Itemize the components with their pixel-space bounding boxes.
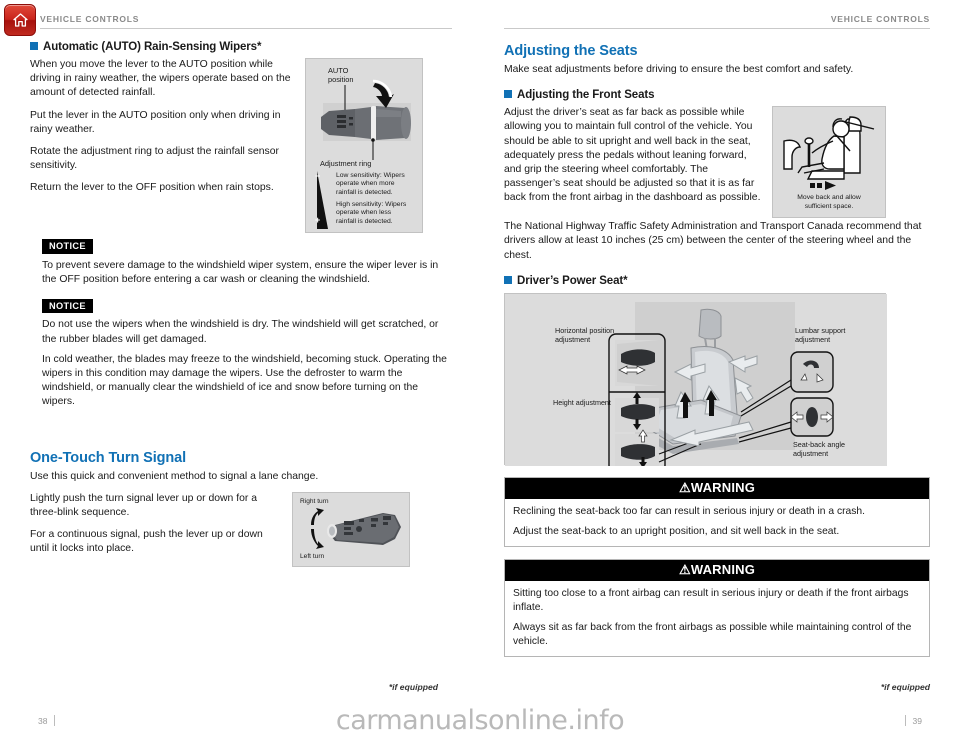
warning-box: ⚠WARNING Sitting too close to a front ai…	[504, 558, 930, 657]
page-number-right: 39	[912, 715, 922, 726]
page-spread: VEHICLE CONTROLS Automatic (AUTO) Rain-S…	[0, 0, 960, 738]
notice-paragraph: Do not use the wipers when the windshiel…	[42, 319, 439, 345]
warning-paragraph: Adjust the seat-back to an upright posit…	[513, 525, 840, 537]
if-equipped-note-right: *if equipped	[880, 682, 930, 692]
heading-rain-sensing-wipers: Automatic (AUTO) Rain-Sensing Wipers*	[30, 41, 452, 53]
seating-posture-illustration	[783, 116, 875, 191]
figure-caption-move-back: Move back and allow sufficient space.	[797, 194, 861, 210]
folio-left: 38	[38, 715, 56, 726]
turn-signal-paragraph: Lightly push the turn signal lever up or…	[30, 492, 257, 519]
page-number-left: 38	[38, 715, 48, 726]
wipers-paragraph: When you move the lever to the AUTO posi…	[30, 59, 291, 99]
wipers-paragraph: Return the lever to the OFF position whe…	[30, 182, 274, 194]
home-icon	[12, 12, 29, 28]
running-header-right: VEHICLE CONTROLS	[504, 0, 930, 29]
warning-paragraph: Sitting too close to a front airbag can …	[513, 587, 909, 613]
turn-signal-paragraph: For a continuous signal, push the lever …	[30, 529, 263, 555]
figure-power-seat: Horizontal position adjustment Height ad…	[504, 292, 887, 466]
front-seats-text-column: Adjust the driver’s seat as far back as …	[504, 106, 762, 218]
wipers-text-column: When you move the lever to the AUTO posi…	[30, 58, 295, 233]
warning-triangle-icon: ⚠	[678, 479, 691, 495]
turn-signal-illustration	[311, 507, 401, 549]
caption-low-sensitivity: Low sensitivity: Wipers operate when mor…	[336, 172, 405, 196]
turn-signal-text-column: Lightly push the turn signal lever up or…	[30, 492, 280, 567]
folio-rule	[54, 715, 56, 726]
square-bullet-icon	[504, 90, 512, 99]
heading-adjusting-front-seats: Adjusting the Front Seats	[504, 89, 930, 101]
heading-adjusting-the-seats: Adjusting the Seats	[504, 43, 638, 59]
label-horizontal-position-adjustment: Horizontal position adjustment	[555, 325, 615, 344]
notice-block: NOTICE Do not use the wipers when the wi…	[42, 293, 452, 410]
label-seat-back-angle-adjustment: Seat-back angle adjustment	[793, 439, 845, 458]
figure-label-adjustment-ring: Adjustment ring	[320, 159, 372, 168]
warning-paragraph: Always sit as far back from the front ai…	[513, 621, 912, 647]
turn-signal-intro: Use this quick and convenient method to …	[30, 470, 319, 482]
notice-paragraph: In cold weather, the blades may freeze t…	[42, 353, 447, 408]
notice-tag: NOTICE	[42, 239, 93, 254]
plus-sign: +	[315, 215, 321, 225]
label-lumbar-support-adjustment: Lumbar support adjustment	[795, 325, 846, 344]
heading-drivers-power-seat: Driver’s Power Seat*	[504, 275, 930, 287]
square-bullet-icon	[30, 42, 38, 50]
folio-rule	[904, 715, 906, 726]
notice-paragraph: To prevent severe damage to the windshie…	[42, 259, 439, 285]
left-page: VEHICLE CONTROLS Automatic (AUTO) Rain-S…	[0, 0, 480, 738]
home-button[interactable]	[4, 4, 36, 36]
warning-box: ⚠WARNING Reclining the seat-back too far…	[504, 476, 930, 547]
wipers-content-row: When you move the lever to the AUTO posi…	[30, 58, 452, 233]
warning-body: Sitting too close to a front airbag can …	[505, 581, 929, 656]
front-seats-paragraph: Adjust the driver’s seat as far back as …	[504, 107, 761, 204]
folio-right: 39	[904, 715, 922, 726]
square-bullet-icon	[504, 275, 512, 284]
figure-wiper-stalk: AUTO position Adjustment ring − + Low se…	[305, 58, 423, 233]
right-page: VEHICLE CONTROLS Adjusting the Seats Mak…	[480, 0, 960, 738]
running-header-left: VEHICLE CONTROLS	[40, 0, 452, 29]
warning-title: ⚠WARNING	[505, 477, 929, 499]
figure-seating-posture: Move back and allow sufficient space.	[772, 106, 886, 219]
label-height-adjustment: Height adjustment	[553, 397, 611, 407]
warning-triangle-icon: ⚠	[678, 561, 691, 577]
notice-tag: NOTICE	[42, 298, 93, 314]
nhtsa-paragraph: The National Highway Traffic Safety Admi…	[504, 221, 922, 261]
seats-intro: Make seat adjustments before driving to …	[504, 64, 854, 75]
wipers-paragraph: Put the lever in the AUTO position only …	[30, 109, 281, 135]
warning-body: Reclining the seat-back too far can resu…	[505, 499, 929, 546]
turn-signal-row: Lightly push the turn signal lever up or…	[30, 491, 452, 567]
heading-label: Automatic (AUTO) Rain-Sensing Wipers*	[43, 41, 262, 53]
notice-block: NOTICE To prevent severe damage to the w…	[42, 233, 452, 287]
if-equipped-note-left: *if equipped	[388, 682, 438, 692]
figure-turn-signal-stalk: Right turn Left turn	[292, 491, 410, 567]
minus-sign: −	[315, 171, 321, 181]
heading-label: Driver’s Power Seat*	[517, 274, 628, 287]
wipers-paragraph: Rotate the adjustment ring to adjust the…	[30, 146, 279, 172]
heading-one-touch-turn-signal: One-Touch Turn Signal	[30, 449, 187, 466]
warning-title-label: WARNING	[690, 479, 756, 495]
front-seats-row: Adjust the driver’s seat as far back as …	[504, 106, 930, 219]
warning-title: ⚠WARNING	[505, 559, 929, 581]
heading-label: Adjusting the Front Seats	[517, 89, 655, 102]
warning-paragraph: Reclining the seat-back too far can resu…	[513, 505, 865, 517]
caption-high-sensitivity: High sensitivity: Wipers operate when le…	[336, 201, 407, 225]
warning-title-label: WARNING	[690, 561, 756, 577]
